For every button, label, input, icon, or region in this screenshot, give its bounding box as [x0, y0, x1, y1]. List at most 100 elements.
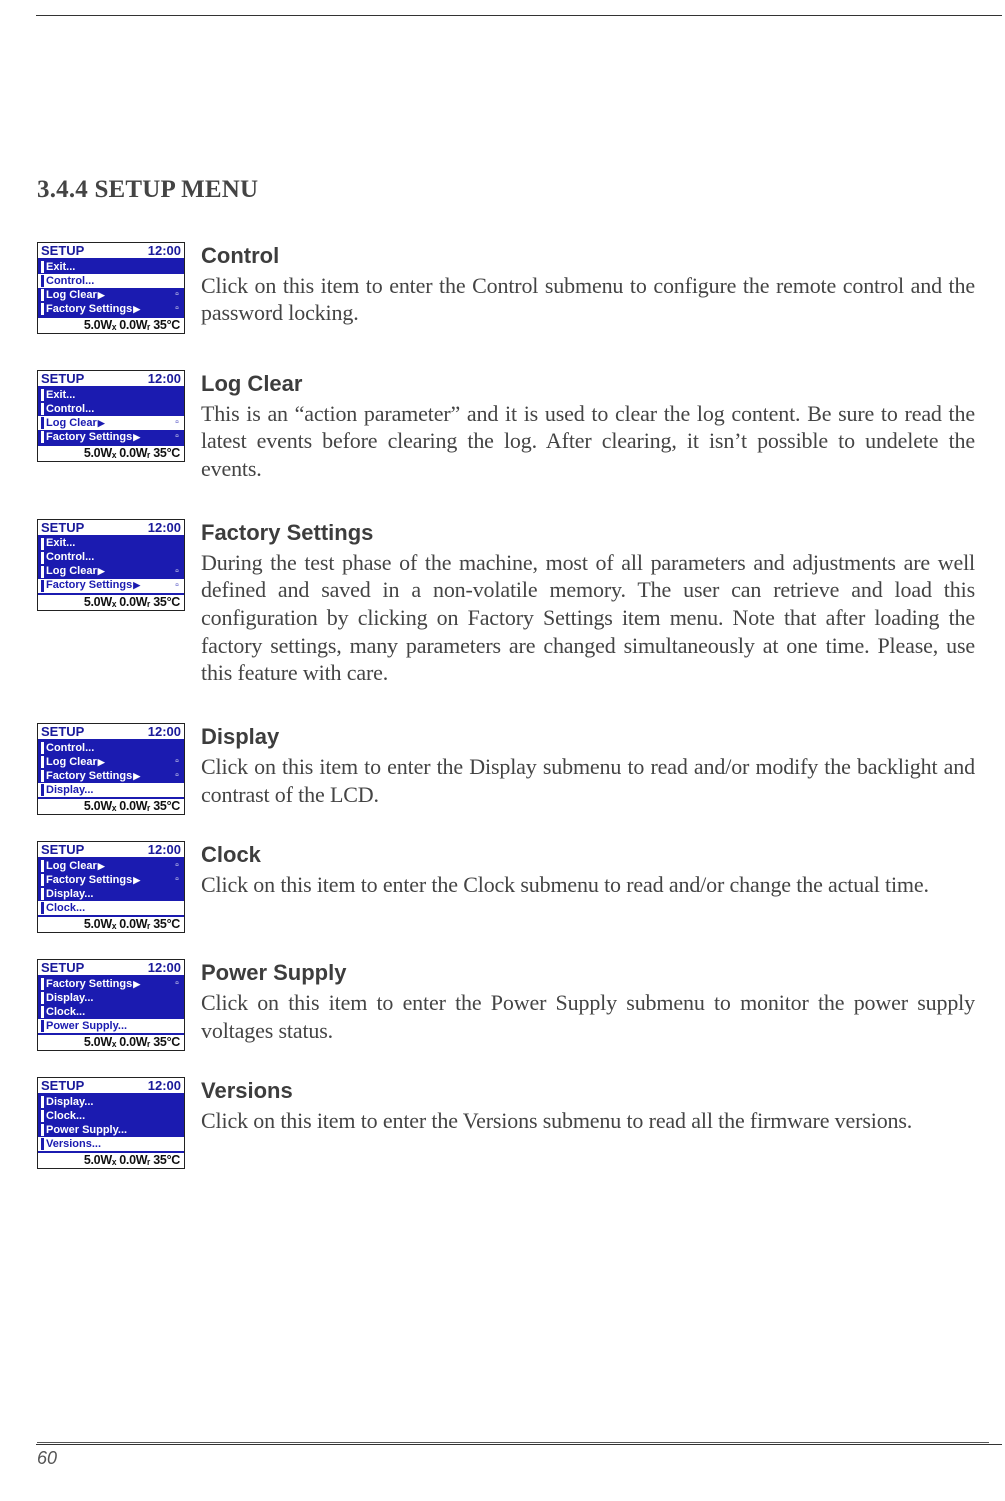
entry-body: This is an “action parameter” and it is … — [201, 400, 975, 483]
lcd-row: Log Clear▶▫ — [38, 859, 184, 873]
entry-content: VersionsClick on this item to enter the … — [201, 1077, 975, 1134]
lcd-header-time: 12:00 — [148, 961, 181, 974]
lcd-row-label: Factory Settings▶ — [46, 580, 173, 591]
lcd-header-title: SETUP — [41, 1079, 84, 1092]
lcd-footer: 5.0Wₓ 0.0Wᵣ 35°C — [38, 1153, 184, 1168]
lcd-row: Exit... — [38, 537, 184, 551]
lcd-row-label: Factory Settings▶ — [46, 432, 173, 443]
lcd-cursor-bar — [41, 417, 44, 429]
lcd-cursor-bar — [41, 1006, 44, 1018]
lcd-screenshot: SETUP12:00Exit...Control...Log Clear▶▫Fa… — [37, 519, 185, 611]
lcd-row: Control... — [38, 741, 184, 755]
lcd-row: Exit... — [38, 388, 184, 402]
lcd-cursor-bar — [41, 552, 44, 564]
lcd-header: SETUP12:00 — [38, 724, 184, 739]
lcd-header-time: 12:00 — [148, 521, 181, 534]
lcd-header-time: 12:00 — [148, 843, 181, 856]
lcd-cursor-bar — [41, 1124, 44, 1136]
lcd-row: Factory Settings▶▫ — [38, 873, 184, 887]
page-content: 3.4.4 SETUP MENU SETUP12:00Exit...Contro… — [37, 176, 975, 1195]
lock-icon: ▫ — [173, 861, 181, 871]
lcd-row-label: Power Supply... — [46, 1021, 181, 1032]
lcd-cursor-bar — [41, 389, 44, 401]
chevron-right-icon: ▶ — [133, 432, 140, 442]
lcd-header: SETUP12:00 — [38, 520, 184, 535]
lcd-body: Exit...Control...Log Clear▶▫Factory Sett… — [38, 258, 184, 318]
lcd-cursor-bar — [41, 580, 44, 592]
entry-body: During the test phase of the machine, mo… — [201, 549, 975, 688]
lcd-header-title: SETUP — [41, 843, 84, 856]
entry-body: Click on this item to enter the Versions… — [201, 1107, 975, 1135]
section-heading: 3.4.4 SETUP MENU — [37, 176, 975, 204]
entry-content: Log ClearThis is an “action parameter” a… — [201, 370, 975, 483]
lcd-cursor-bar — [41, 770, 44, 782]
lcd-body: Factory Settings▶▫Display...Clock...Powe… — [38, 975, 184, 1035]
entry: SETUP12:00Exit...Control...Log Clear▶▫Fa… — [37, 370, 975, 483]
lcd-cursor-bar — [41, 1138, 44, 1150]
lcd-cursor-bar — [41, 902, 44, 914]
entry: SETUP12:00Exit...Control...Log Clear▶▫Fa… — [37, 519, 975, 687]
lcd-row-label: Control... — [46, 743, 181, 754]
lcd-row-label: Log Clear▶ — [46, 757, 173, 768]
lcd-header-title: SETUP — [41, 725, 84, 738]
lcd-cursor-bar — [41, 992, 44, 1004]
chevron-right-icon: ▶ — [133, 580, 140, 590]
lcd-row: Control... — [38, 402, 184, 416]
entry: SETUP12:00Control...Log Clear▶▫Factory S… — [37, 723, 975, 815]
entry-content: Power SupplyClick on this item to enter … — [201, 959, 975, 1044]
lcd-header-title: SETUP — [41, 961, 84, 974]
entry-title: Factory Settings — [201, 519, 975, 547]
lock-icon: ▫ — [173, 757, 181, 767]
lcd-row-label: Exit... — [46, 390, 181, 401]
lcd-row-label: Log Clear▶ — [46, 861, 173, 872]
lcd-row: Log Clear▶▫ — [38, 755, 184, 769]
lcd-row-label: Clock... — [46, 903, 181, 914]
lcd-row-label: Display... — [46, 993, 181, 1004]
lcd-screenshot: SETUP12:00Control...Log Clear▶▫Factory S… — [37, 723, 185, 815]
lock-icon: ▫ — [173, 290, 181, 300]
lcd-cursor-bar — [41, 1110, 44, 1122]
lcd-body: Control...Log Clear▶▫ Factory Settings▶▫ D… — [38, 739, 184, 799]
lcd-cursor-bar — [41, 860, 44, 872]
lcd-row-label: Power Supply... — [46, 1125, 181, 1136]
lcd-header-title: SETUP — [41, 372, 84, 385]
lcd-row: Clock... — [38, 901, 184, 915]
lcd-row: Log Clear▶▫ — [38, 416, 184, 430]
chevron-right-icon: ▶ — [133, 875, 140, 885]
lcd-row: Control... — [38, 551, 184, 565]
chevron-right-icon: ▶ — [133, 771, 140, 781]
entries-list: SETUP12:00Exit...Control...Log Clear▶▫Fa… — [37, 242, 975, 1169]
entry: SETUP12:00Factory Settings▶▫Display...Cl… — [37, 959, 975, 1051]
lock-icon: ▫ — [173, 304, 181, 314]
lcd-row: Log Clear▶▫ — [38, 288, 184, 302]
lcd-row-label: Factory Settings▶ — [46, 771, 173, 782]
lcd-body: Exit...Control...Log Clear▶▫Factory Sett… — [38, 535, 184, 595]
lcd-row: Versions... — [38, 1137, 184, 1151]
entry-title: Control — [201, 242, 975, 270]
lcd-row-label: Control... — [46, 276, 181, 287]
lock-icon: ▫ — [173, 979, 181, 989]
lcd-screenshot: SETUP12:00Factory Settings▶▫Display...Cl… — [37, 959, 185, 1051]
lcd-row: Display... — [38, 887, 184, 901]
lcd-row-label: Control... — [46, 404, 181, 415]
entry-title: Versions — [201, 1077, 975, 1105]
entry-content: Factory SettingsDuring the test phase of… — [201, 519, 975, 687]
lcd-header: SETUP 12:00 — [38, 960, 184, 975]
lcd-cursor-bar — [41, 261, 44, 273]
entry-body: Click on this item to enter the Display … — [201, 753, 975, 808]
lcd-body: Log Clear▶▫Factory Settings▶▫Display...C… — [38, 857, 184, 917]
lcd-footer: 5.0Wₓ 0.0Wᵣ 35°C — [38, 1035, 184, 1050]
lcd-row-label: Display... — [46, 1097, 181, 1108]
entry-content: ControlClick on this item to enter the C… — [201, 242, 975, 327]
lcd-cursor-bar — [41, 888, 44, 900]
lcd-row: Display... — [38, 783, 184, 797]
lcd-header-title: SETUP — [41, 244, 84, 257]
lcd-row-label: Clock... — [46, 1111, 181, 1122]
lcd-cursor-bar — [41, 303, 44, 315]
lcd-row: Log Clear▶▫ — [38, 565, 184, 579]
lcd-footer: 5.0Wₓ 0.0Wᵣ 35°C — [38, 595, 184, 610]
lcd-header: SETUP12:00 — [38, 1078, 184, 1093]
lock-icon: ▫ — [173, 432, 181, 442]
lcd-header: SETUP 12:00 — [38, 842, 184, 857]
lcd-cursor-bar — [41, 431, 44, 443]
